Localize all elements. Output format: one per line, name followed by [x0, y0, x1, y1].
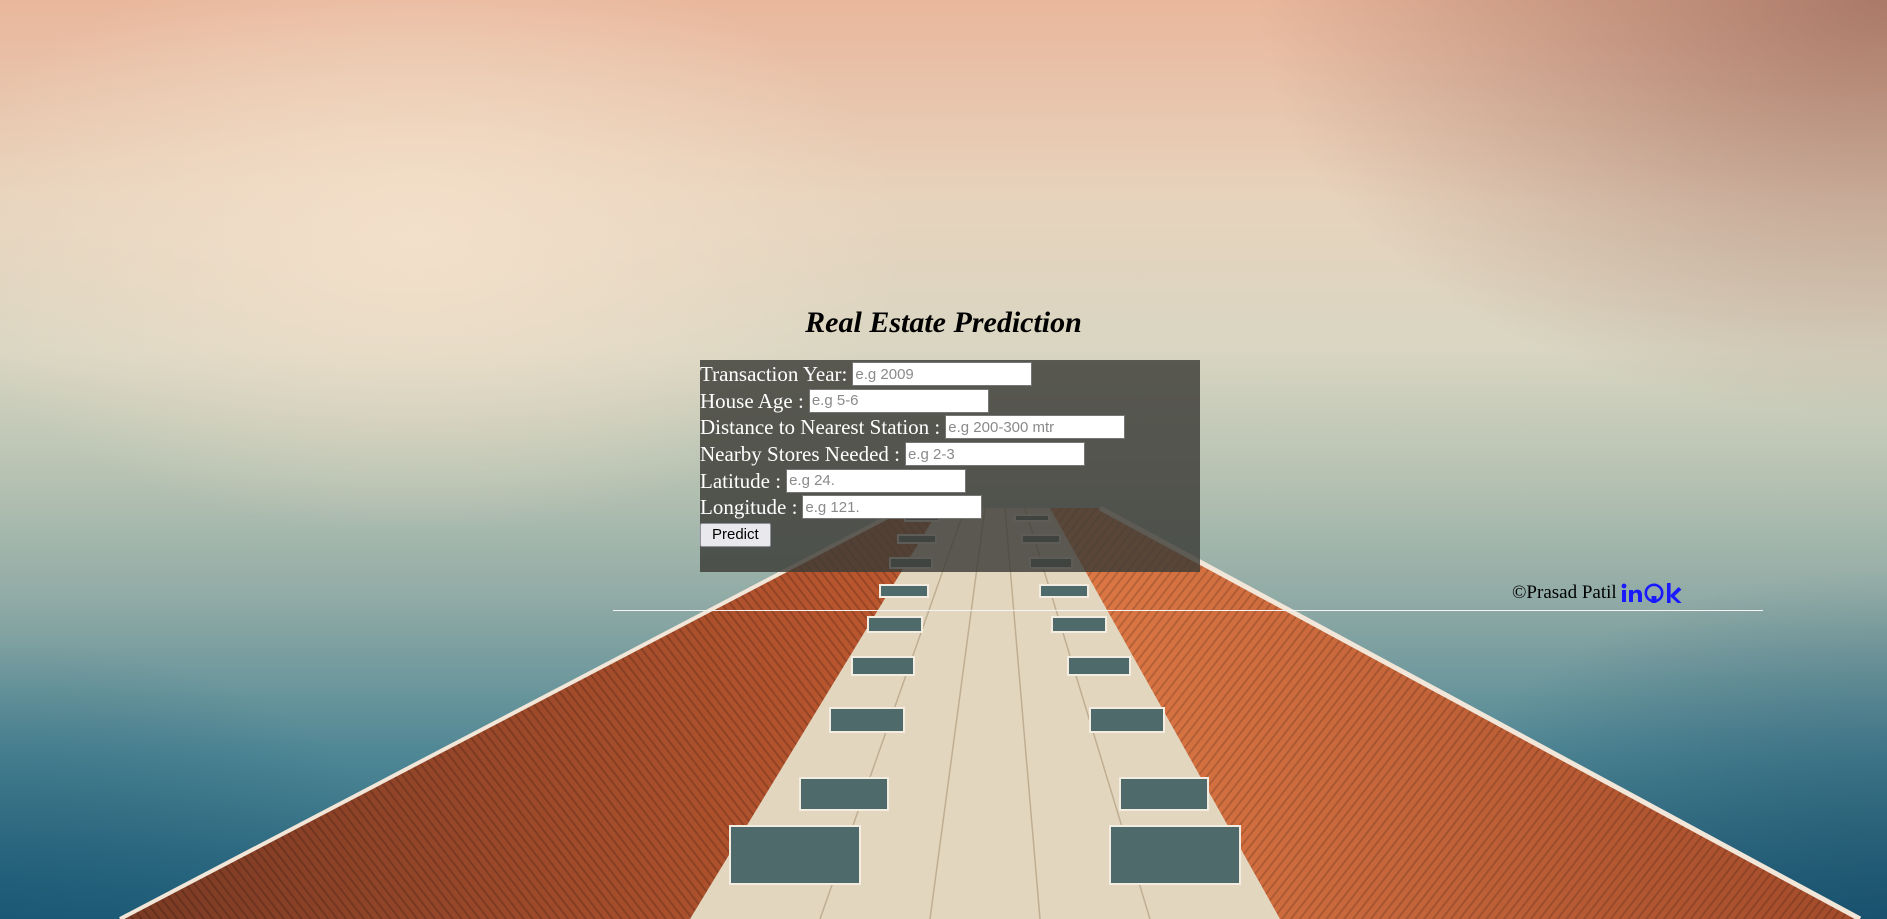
transaction-year-label: Transaction Year:	[700, 362, 848, 387]
transaction-year-row: Transaction Year:	[700, 361, 1200, 388]
distance-to-station-input[interactable]	[945, 415, 1126, 440]
footer-divider	[613, 610, 1763, 611]
house-age-row: House Age :	[700, 388, 1200, 415]
footer-credit: ©Prasad Patil	[1512, 582, 1617, 603]
social-links	[1621, 582, 1683, 604]
transaction-year-input[interactable]	[852, 362, 1033, 387]
predict-row: Predict	[700, 521, 1200, 549]
longitude-label: Longitude :	[700, 495, 798, 520]
longitude-row: Longitude :	[700, 494, 1200, 521]
github-icon[interactable]	[1643, 583, 1665, 603]
latitude-row: Latitude :	[700, 467, 1200, 494]
page-title: Real Estate Prediction	[805, 306, 1082, 339]
longitude-input[interactable]	[802, 495, 983, 520]
latitude-input[interactable]	[786, 468, 967, 493]
house-age-label: House Age :	[700, 388, 804, 413]
distance-to-station-row: Distance to Nearest Station :	[700, 414, 1200, 441]
house-age-input[interactable]	[808, 388, 989, 413]
footer: ©Prasad Patil	[1512, 582, 1683, 604]
prediction-form: Transaction Year: House Age : Distance t…	[700, 360, 1200, 572]
latitude-label: Latitude :	[700, 468, 782, 493]
nearby-stores-label: Nearby Stores Needed :	[700, 442, 901, 467]
distance-to-station-label: Distance to Nearest Station :	[700, 415, 941, 440]
nearby-stores-row: Nearby Stores Needed :	[700, 441, 1200, 468]
nearby-stores-input[interactable]	[905, 442, 1086, 467]
linkedin-icon[interactable]	[1621, 583, 1643, 603]
kaggle-icon[interactable]	[1665, 582, 1683, 604]
predict-button[interactable]: Predict	[700, 522, 771, 547]
